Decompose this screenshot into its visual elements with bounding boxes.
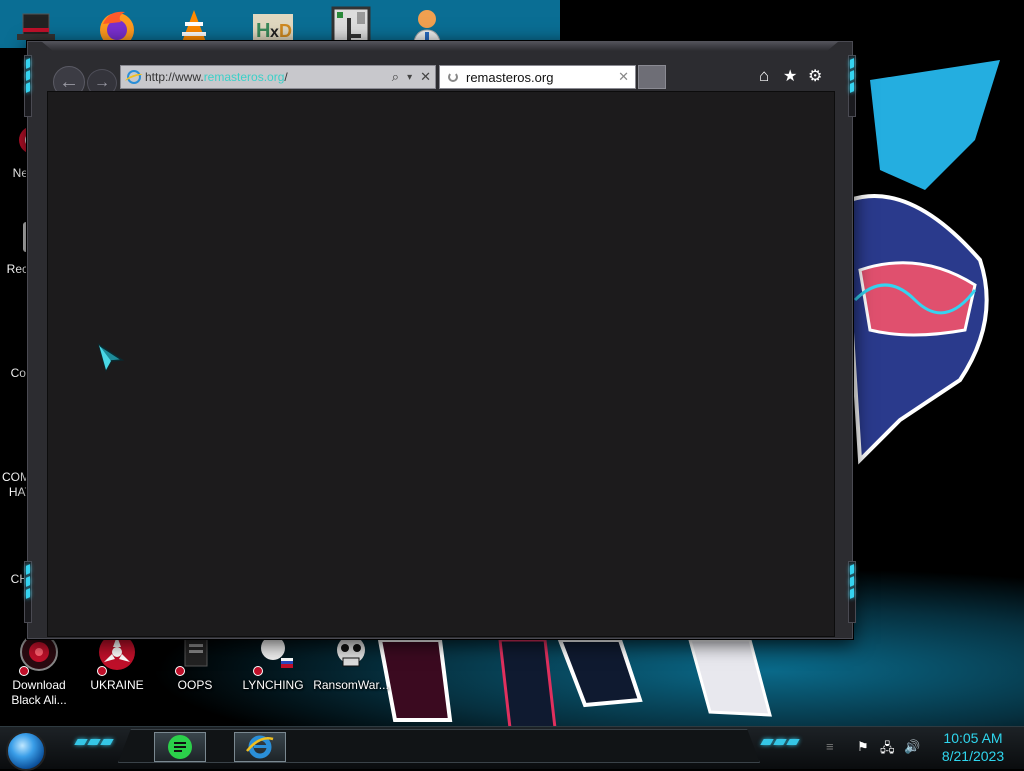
arrow-right-icon: → xyxy=(94,74,110,91)
window-top-bevel xyxy=(41,41,839,51)
action-center-flag-icon[interactable]: ⚑ xyxy=(857,739,869,755)
tab-title: remasteros.org xyxy=(466,69,554,85)
search-icon[interactable]: ⌕ xyxy=(388,69,403,85)
taskbar-app-internet-explorer[interactable] xyxy=(234,732,286,762)
taskbar-accent-leds xyxy=(760,739,800,745)
address-domain: remasteros.org xyxy=(203,70,285,84)
tab-close-icon[interactable]: ✕ xyxy=(618,69,629,85)
shortcut-badge xyxy=(19,666,29,676)
network-tray-icon[interactable]: 🖧 xyxy=(880,739,895,761)
desktop-icon-label: Download Black Ali... xyxy=(11,678,67,707)
desktop-icon-label: RansomWar... xyxy=(313,678,389,692)
start-button[interactable] xyxy=(6,731,46,771)
mouse-cursor-icon xyxy=(97,343,125,372)
desktop-icon-label: LYNCHING xyxy=(242,678,304,692)
svg-text:D: D xyxy=(279,21,292,41)
volume-icon[interactable]: 🔊 xyxy=(904,739,920,755)
new-tab-button[interactable] xyxy=(638,65,666,89)
svg-text:x: x xyxy=(270,24,279,41)
shortcut-badge xyxy=(175,666,185,676)
window-right-rail xyxy=(848,561,856,623)
shortcut-badge xyxy=(97,666,107,676)
taskbar-strip xyxy=(118,729,760,763)
desktop-icon-label: UKRAINE xyxy=(90,678,144,692)
address-suffix: / xyxy=(284,70,288,84)
page-favicon-icon xyxy=(127,70,141,84)
desktop-icon-label: OOPS xyxy=(177,678,213,692)
browser-window: ← → http://www.remasteros.org/ ⌕ ▾ ✕ rem… xyxy=(24,40,856,640)
address-input[interactable]: http://www.remasteros.org/ xyxy=(145,70,388,84)
shortcut-badge xyxy=(253,666,263,676)
window-right-rail xyxy=(848,55,856,117)
page-content-area[interactable] xyxy=(47,91,835,637)
stop-icon[interactable]: ✕ xyxy=(416,69,435,85)
address-bar[interactable]: http://www.remasteros.org/ ⌕ ▾ ✕ xyxy=(120,65,436,89)
show-desktop-icon[interactable]: ≡ xyxy=(826,739,834,754)
window-left-rail xyxy=(24,55,32,117)
window-left-rail xyxy=(24,561,32,623)
address-prefix: http://www. xyxy=(145,70,204,84)
svg-text:H: H xyxy=(256,20,270,42)
clock-date: 8/21/2023 xyxy=(941,748,1005,764)
gear-icon[interactable]: ⚙ xyxy=(808,66,822,86)
notes-app-icon xyxy=(168,735,192,759)
internet-explorer-icon xyxy=(246,735,274,759)
browser-tab-active[interactable]: remasteros.org ✕ xyxy=(439,65,636,89)
taskbar-app-notes[interactable] xyxy=(154,732,206,762)
loading-spinner-icon xyxy=(448,72,458,82)
favorites-star-icon[interactable]: ★ xyxy=(783,66,797,86)
taskbar-accent-leds xyxy=(74,739,114,745)
system-clock[interactable]: 10:05 AM 8/21/2023 xyxy=(930,729,1016,765)
home-icon[interactable]: ⌂ xyxy=(759,66,769,86)
chevron-down-icon[interactable]: ▾ xyxy=(403,72,416,83)
desktop-icon-download-black-ali[interactable]: Download Black Ali... xyxy=(0,630,78,708)
clock-time: 10:05 AM xyxy=(943,730,1003,746)
taskbar: ≡ ⚑ 🖧 🔊 10:05 AM 8/21/2023 xyxy=(0,726,1024,771)
